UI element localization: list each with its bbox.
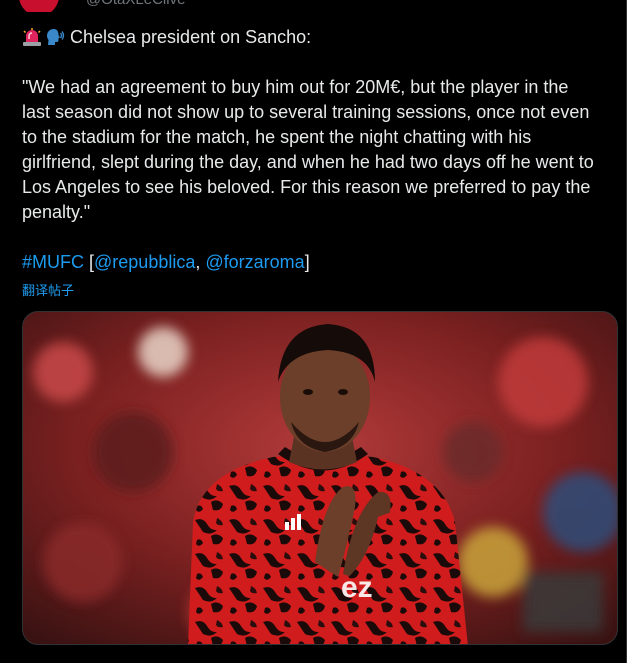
tags-line: #MUFC [@repubblica, @forzaroma] — [22, 250, 618, 275]
hashtag-link[interactable]: #MUFC — [22, 252, 84, 272]
mention-link-repubblica[interactable]: @repubblica — [94, 252, 195, 272]
body-line-4: girlfriend, slept during the day, and wh… — [22, 152, 594, 172]
bracket-open: [ — [84, 252, 95, 272]
svg-text:ez: ez — [341, 571, 373, 604]
body-line-5: Los Angeles to see his beloved. For this… — [22, 177, 591, 197]
translate-post-link[interactable]: 翻译帖子 — [22, 280, 74, 299]
body-line-2: last season did not show up to several t… — [22, 102, 590, 122]
headline-text: Chelsea president on Sancho: — [70, 26, 312, 47]
tweet-media-image[interactable]: ez — [22, 311, 618, 645]
mention-separator: , — [195, 252, 206, 272]
tweet-text: Chelsea president on Sancho: "We had an … — [22, 24, 618, 275]
speaking-head-icon — [45, 27, 65, 47]
body-line-3: to the stadium for the match, he spent t… — [22, 127, 532, 147]
mention-link-forzaroma[interactable]: @forzaroma — [205, 252, 304, 272]
tweet-headline: Chelsea president on Sancho: — [22, 24, 618, 50]
avatar[interactable] — [19, 0, 59, 12]
bracket-close: ] — [304, 252, 310, 272]
tweet-header-partial: @OtaXLeClive — [0, 0, 626, 12]
user-handle[interactable]: @OtaXLeClive — [86, 0, 185, 8]
body-line-1: "We had an agreement to buy him out for … — [22, 77, 569, 97]
body-line-6: penalty." — [22, 202, 91, 222]
player-photo: ez — [23, 312, 617, 644]
rotating-light-siren-icon — [22, 27, 42, 47]
